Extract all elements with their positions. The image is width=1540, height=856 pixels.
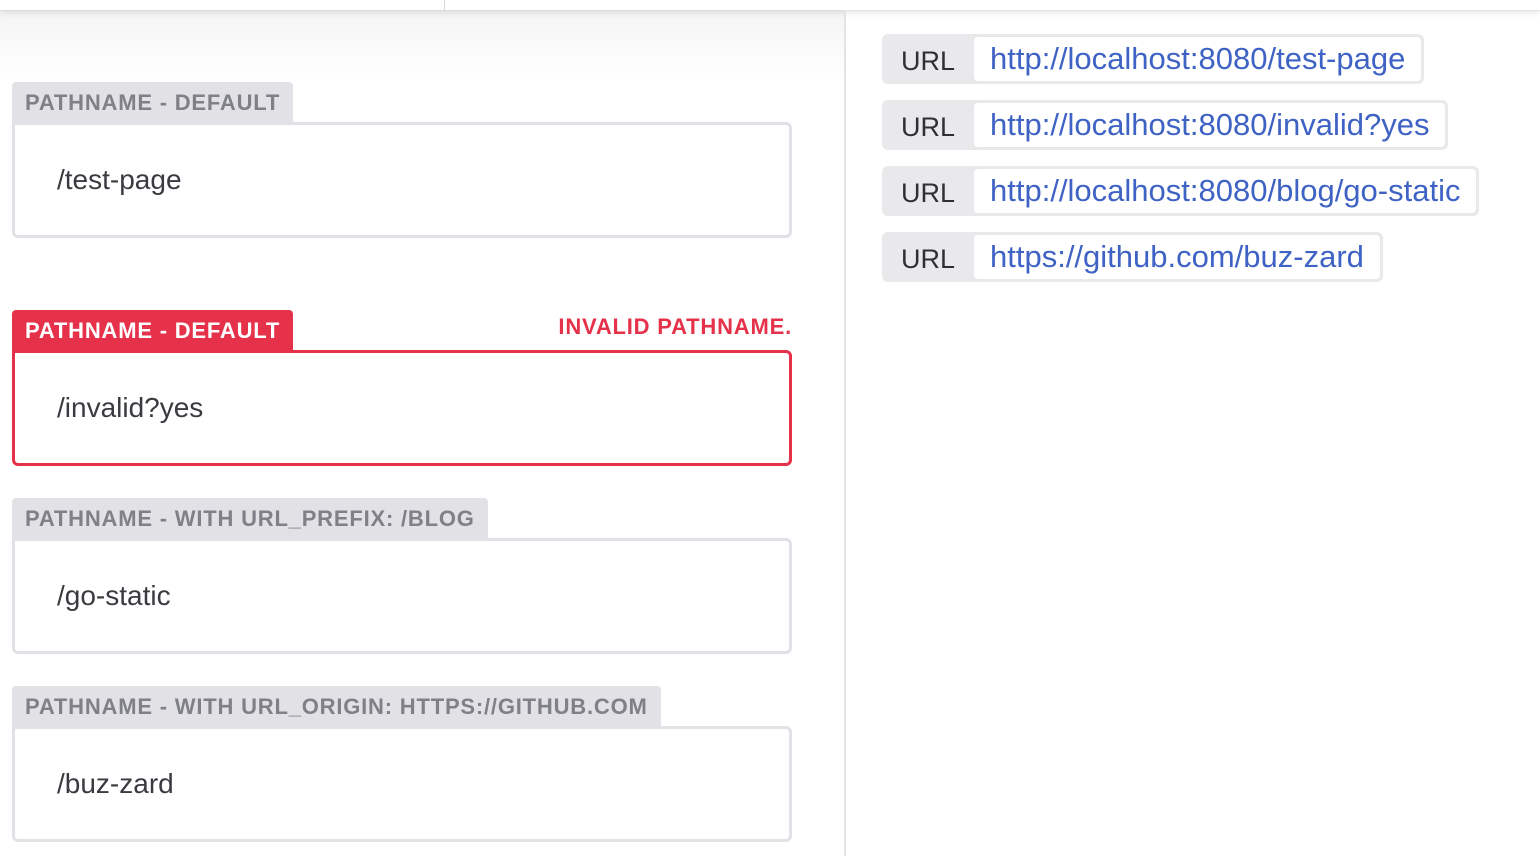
url-output: URL http://localhost:8080/test-page <box>882 34 1425 84</box>
pathname-input-invalid[interactable] <box>12 350 792 466</box>
field-label: PATHNAME - DEFAULT <box>12 82 294 122</box>
url-link[interactable]: https://github.com/buz-zard <box>974 235 1380 279</box>
url-link[interactable]: http://localhost:8080/blog/go-static <box>974 169 1477 213</box>
pathname-field-url-prefix: PATHNAME - WITH URL_PREFIX: /BLOG <box>12 498 792 654</box>
url-link[interactable]: http://localhost:8080/invalid?yes <box>974 103 1446 147</box>
url-output: URL http://localhost:8080/invalid?yes <box>882 100 1449 150</box>
pathname-field-url-origin: PATHNAME - WITH URL_ORIGIN: HTTPS://GITH… <box>12 686 792 842</box>
url-tag: URL <box>900 243 955 274</box>
field-label: PATHNAME - WITH URL_ORIGIN: HTTPS://GITH… <box>12 686 661 726</box>
top-bar-divider <box>444 0 445 10</box>
error-message: INVALID PATHNAME. <box>558 314 792 339</box>
url-link[interactable]: http://localhost:8080/test-page <box>974 37 1422 81</box>
field-label: PATHNAME - WITH URL_PREFIX: /BLOG <box>12 498 488 538</box>
pathname-input-default[interactable] <box>12 122 792 238</box>
pathname-field-invalid: PATHNAME - DEFAULT INVALID PATHNAME. <box>12 310 792 466</box>
field-label: PATHNAME - DEFAULT <box>12 310 294 350</box>
pathname-input-url-prefix[interactable] <box>12 538 792 654</box>
panel-divider <box>844 10 846 856</box>
url-tag: URL <box>900 111 955 142</box>
url-tag: URL <box>900 45 955 76</box>
url-tag: URL <box>900 177 955 208</box>
url-output: URL https://github.com/buz-zard <box>882 232 1383 282</box>
pathname-input-url-origin[interactable] <box>12 726 792 842</box>
pathname-field-default: PATHNAME - DEFAULT <box>12 82 792 238</box>
url-output: URL http://localhost:8080/blog/go-static <box>882 166 1480 216</box>
header-shadow <box>0 10 845 80</box>
